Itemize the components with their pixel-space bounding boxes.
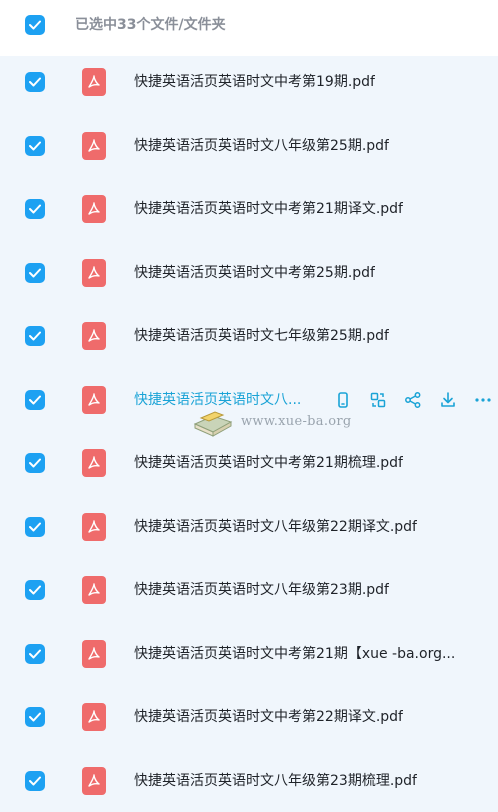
more-icon[interactable] [472, 389, 494, 411]
check-icon [29, 522, 41, 532]
row-checkbox[interactable] [25, 517, 45, 537]
pdf-file-icon [82, 449, 106, 477]
selection-count-label: 已选中33个文件/文件夹 [75, 14, 226, 36]
file-row[interactable]: 快捷英语活页英语时文中考第22期译文.pdf [0, 685, 498, 749]
download-icon[interactable] [437, 389, 459, 411]
file-name[interactable]: 快捷英语活页英语时文八年级第25期.pdf [134, 134, 389, 158]
check-icon [29, 712, 41, 722]
row-checkbox[interactable] [25, 199, 45, 219]
row-checkbox[interactable] [25, 136, 45, 156]
file-name[interactable]: 快捷英语活页英语时文八... [134, 388, 301, 412]
pdf-file-icon [82, 703, 106, 731]
file-name[interactable]: 快捷英语活页英语时文中考第19期.pdf [134, 70, 375, 94]
file-name[interactable]: 快捷英语活页英语时文中考第25期.pdf [134, 261, 375, 285]
row-checkbox[interactable] [25, 263, 45, 283]
check-icon [29, 77, 41, 87]
file-row[interactable]: 快捷英语活页英语时文七年级第25期.pdf [0, 304, 498, 368]
file-name[interactable]: 快捷英语活页英语时文中考第21期梳理.pdf [134, 451, 403, 475]
file-row-hovered[interactable]: 快捷英语活页英语时文八... [0, 368, 498, 432]
file-row[interactable]: 快捷英语活页英语时文八年级第23期.pdf [0, 558, 498, 622]
file-list: 快捷英语活页英语时文中考第19期.pdf 快捷英语活页英语时文八年级第25期.p… [0, 50, 498, 812]
check-icon [29, 458, 41, 468]
row-checkbox[interactable] [25, 580, 45, 600]
share-icon[interactable] [402, 389, 424, 411]
row-checkbox[interactable] [25, 644, 45, 664]
selection-header: 已选中33个文件/文件夹 [0, 0, 498, 56]
phone-icon[interactable] [332, 389, 354, 411]
file-name[interactable]: 快捷英语活页英语时文中考第21期译文.pdf [134, 197, 403, 221]
check-icon [29, 204, 41, 214]
pdf-file-icon [82, 386, 106, 414]
check-icon [29, 585, 41, 595]
check-icon [29, 20, 41, 30]
check-icon [29, 331, 41, 341]
row-checkbox[interactable] [25, 707, 45, 727]
file-row[interactable]: 快捷英语活页英语时文中考第21期译文.pdf [0, 177, 498, 241]
file-name[interactable]: 快捷英语活页英语时文中考第22期译文.pdf [134, 705, 403, 729]
check-icon [29, 395, 41, 405]
pdf-file-icon [82, 68, 106, 96]
check-icon [29, 776, 41, 786]
row-checkbox[interactable] [25, 326, 45, 346]
file-name[interactable]: 快捷英语活页英语时文七年级第25期.pdf [134, 324, 389, 348]
pdf-file-icon [82, 259, 106, 287]
check-icon [29, 649, 41, 659]
pdf-file-icon [82, 322, 106, 350]
row-checkbox[interactable] [25, 771, 45, 791]
pdf-file-icon [82, 640, 106, 668]
file-row[interactable]: 快捷英语活页英语时文中考第21期【xue -ba.org... [0, 622, 498, 686]
row-actions [332, 389, 494, 411]
file-row[interactable]: 快捷英语活页英语时文八年级第23期梳理.pdf [0, 749, 498, 812]
file-row[interactable]: 快捷英语活页英语时文中考第25期.pdf [0, 241, 498, 305]
file-row[interactable]: 快捷英语活页英语时文中考第19期.pdf [0, 50, 498, 114]
file-name[interactable]: 快捷英语活页英语时文八年级第23期.pdf [134, 578, 389, 602]
file-row[interactable]: 快捷英语活页英语时文八年级第25期.pdf [0, 114, 498, 178]
row-checkbox[interactable] [25, 453, 45, 473]
file-name[interactable]: 快捷英语活页英语时文八年级第23期梳理.pdf [134, 769, 417, 793]
file-name[interactable]: 快捷英语活页英语时文中考第21期【xue -ba.org... [134, 642, 455, 666]
pdf-file-icon [82, 576, 106, 604]
pdf-file-icon [82, 767, 106, 795]
file-name[interactable]: 快捷英语活页英语时文八年级第22期译文.pdf [134, 515, 417, 539]
check-icon [29, 268, 41, 278]
check-icon [29, 141, 41, 151]
convert-icon[interactable] [367, 389, 389, 411]
row-checkbox[interactable] [25, 72, 45, 92]
pdf-file-icon [82, 132, 106, 160]
select-all-checkbox[interactable] [25, 15, 45, 35]
pdf-file-icon [82, 195, 106, 223]
pdf-file-icon [82, 513, 106, 541]
row-checkbox[interactable] [25, 390, 45, 410]
file-row[interactable]: 快捷英语活页英语时文中考第21期梳理.pdf [0, 431, 498, 495]
file-row[interactable]: 快捷英语活页英语时文八年级第22期译文.pdf [0, 495, 498, 559]
